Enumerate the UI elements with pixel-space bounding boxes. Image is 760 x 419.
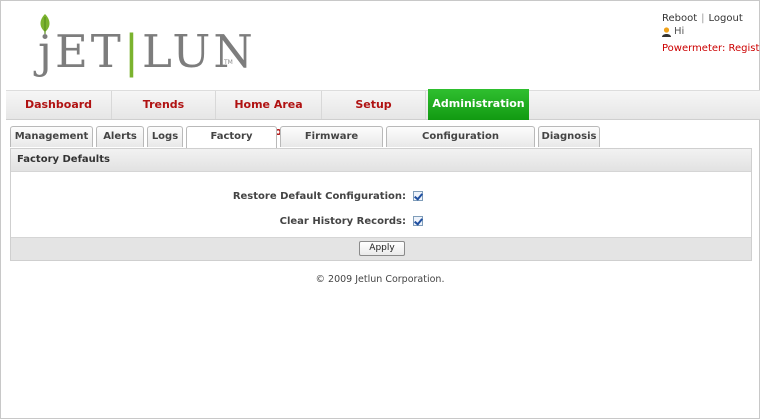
tab-management[interactable]: Management (10, 126, 93, 147)
tab-configuration-management[interactable]: Configuration Management (386, 126, 535, 162)
tab-alerts[interactable]: Alerts (96, 126, 144, 147)
clear-history-checkbox[interactable] (413, 216, 423, 226)
main-nav: Dashboard Trends Home Area Network Setup… (6, 89, 760, 138)
nav-setup[interactable]: Setup (322, 91, 426, 119)
panel-footer: Apply (11, 237, 751, 260)
logout-link[interactable]: Logout (709, 13, 743, 24)
powermeter-status: Powermeter: Registered (662, 43, 760, 54)
copyright-text: © 2009 Jetlun Corporation. (315, 274, 445, 285)
restore-default-row: Restore Default Configuration: (11, 188, 751, 206)
restore-default-label: Restore Default Configuration: (232, 191, 406, 202)
header: jET|LUN TM Reboot | Logout Hi Powermeter: … (1, 1, 760, 89)
apply-button[interactable]: Apply (359, 241, 405, 256)
tab-firmware-upgrade[interactable]: Firmware Upgrade (280, 126, 383, 162)
top-right-links: Reboot | Logout Hi Powermeter: Registered (662, 12, 760, 55)
reboot-link[interactable]: Reboot (662, 13, 697, 24)
tab-diagnosis[interactable]: Diagnosis (538, 126, 600, 147)
tab-factory-defaults[interactable]: Factory Defaults (186, 126, 277, 162)
user-greeting: Hi (662, 25, 760, 38)
logo-wordmark: jET|LUN (38, 25, 256, 78)
tab-logs[interactable]: Logs (147, 126, 183, 147)
nav-dashboard[interactable]: Dashboard (6, 91, 112, 119)
nav-trends[interactable]: Trends (112, 91, 216, 119)
trademark-mark: TM (224, 59, 233, 66)
panel-title: Factory Defaults (11, 149, 751, 172)
clear-history-row: Clear History Records: (11, 213, 751, 231)
greeting-text: Hi (674, 26, 685, 37)
clear-history-label: Clear History Records: (279, 216, 406, 227)
nav-home-area-network[interactable]: Home Area Network (216, 91, 322, 138)
factory-defaults-panel: Factory Defaults Restore Default Configu… (10, 148, 752, 261)
link-separator: | (701, 13, 705, 24)
restore-default-checkbox[interactable] (413, 191, 423, 201)
user-icon (662, 26, 671, 37)
nav-administration[interactable]: Administration (428, 89, 529, 120)
